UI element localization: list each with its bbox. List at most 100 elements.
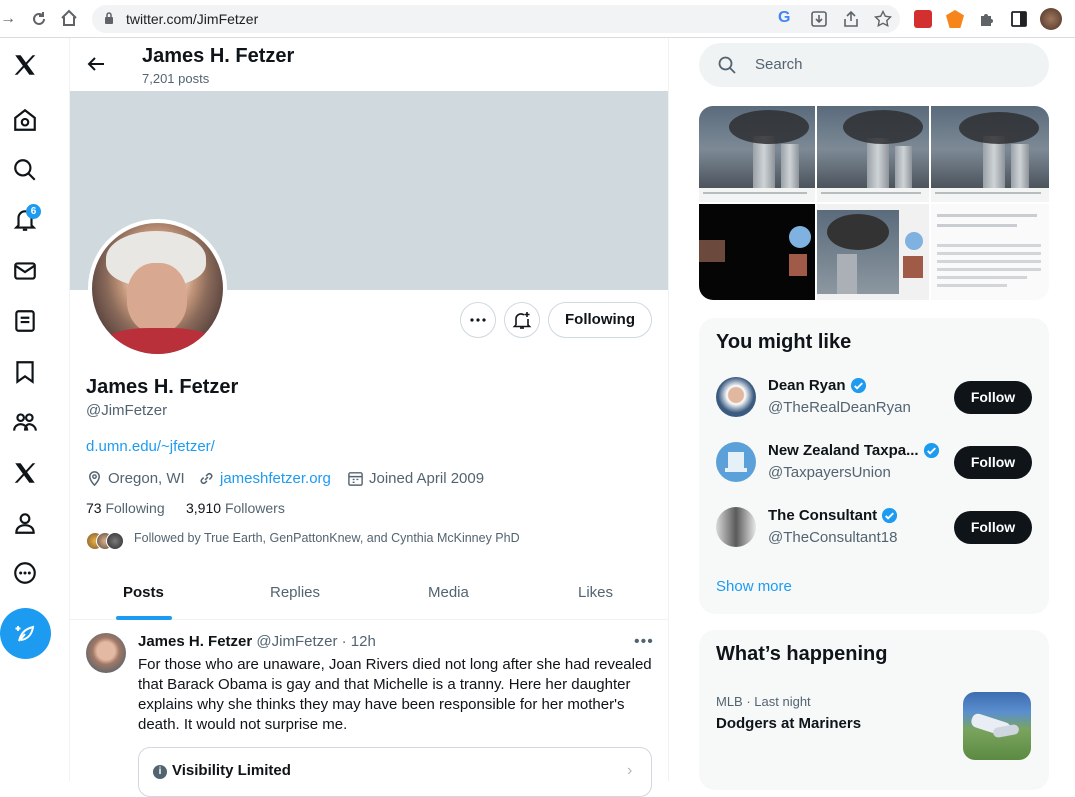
url-text: twitter.com/JimFetzer [126, 11, 259, 27]
explore-search-icon[interactable] [11, 156, 39, 184]
website-link[interactable]: jameshfetzer.org [220, 470, 331, 487]
profile-header-bar: James H. Fetzer 7,201 posts [70, 38, 668, 91]
verified-badge-icon [882, 507, 898, 524]
profile-column: James H. Fetzer 7,201 posts Following Ja… [70, 38, 669, 797]
whats-happening-panel: What’s happening MLB · Last night Dodger… [699, 630, 1049, 790]
media-thumbnail[interactable] [817, 204, 929, 300]
lists-icon[interactable] [11, 307, 39, 335]
trend-headline[interactable]: Dodgers at Mariners [716, 715, 861, 732]
media-thumbnail[interactable] [817, 106, 929, 202]
forward-icon[interactable]: → [0, 10, 16, 28]
following-count-link[interactable]: 73 Following [86, 500, 165, 516]
communities-icon[interactable] [11, 408, 39, 436]
trend-image[interactable] [963, 692, 1031, 760]
tweet-handle-time: @JimFetzer · 12h [256, 633, 376, 650]
tweet-text: For those who are unaware, Joan Rivers d… [138, 656, 652, 733]
media-thumbnail[interactable] [931, 106, 1049, 202]
extension-red-icon[interactable] [914, 10, 932, 28]
following-count: 73 [86, 500, 102, 516]
verified-badge-icon [850, 377, 866, 394]
metamask-icon[interactable] [946, 10, 964, 28]
follower-avatar [106, 532, 124, 550]
location-text: Oregon, WI [108, 470, 185, 487]
x-logo-icon[interactable] [11, 51, 39, 79]
search-placeholder: Search [755, 56, 803, 73]
tab-replies[interactable]: Replies [270, 584, 320, 601]
suggestion-handle: @TaxpayersUnion [768, 464, 891, 481]
tweet[interactable]: James H. Fetzer @JimFetzer · 12h ••• For… [70, 621, 668, 797]
location-pin-icon [89, 471, 100, 487]
sidepanel-icon[interactable] [1010, 10, 1028, 28]
more-dots-icon [470, 318, 486, 322]
suggestion-avatar[interactable] [716, 377, 756, 417]
profile-tabs: Posts Replies Media Likes [70, 566, 668, 620]
bell-plus-icon [512, 312, 532, 329]
extensions-puzzle-icon[interactable] [978, 10, 996, 28]
bookmarks-icon[interactable] [11, 358, 39, 386]
suggestion-item[interactable]: New Zealand Taxpa... @TaxpayersUnion Fol… [699, 433, 1049, 498]
suggestion-item[interactable]: Dean Ryan @TheRealDeanRyan Follow [699, 368, 1049, 433]
suggestion-item[interactable]: The Consultant @TheConsultant18 Follow [699, 498, 1049, 563]
notification-badge: 6 [26, 204, 41, 219]
search-input[interactable]: Search [699, 43, 1049, 87]
bio-link[interactable]: d.umn.edu/~jfetzer/ [86, 438, 215, 455]
suggestion-name: The Consultant [768, 507, 898, 524]
location: Oregon, WI [86, 470, 185, 487]
calendar-icon [348, 472, 363, 486]
right-sidebar: Search You might like Dean Ryan @TheReal… [669, 38, 1075, 790]
followers-count: 3,910 [186, 500, 222, 516]
tweet-header: James H. Fetzer @JimFetzer · 12h [138, 633, 376, 650]
follow-button[interactable]: Follow [954, 446, 1032, 479]
suggestion-handle: @TheRealDeanRyan [768, 399, 911, 416]
header-posts-count: 7,201 posts [142, 71, 210, 86]
more-options-button[interactable] [460, 302, 496, 338]
premium-x-icon[interactable] [11, 459, 39, 487]
home-icon[interactable] [60, 9, 78, 27]
profile-name: James H. Fetzer [86, 376, 239, 398]
bookmark-star-icon[interactable] [874, 10, 892, 28]
profile-icon[interactable] [11, 509, 39, 537]
profile-handle: @JimFetzer [86, 402, 168, 419]
messages-mail-icon[interactable] [11, 257, 39, 285]
google-icon[interactable]: G [778, 9, 796, 27]
tab-media[interactable]: Media [428, 584, 469, 601]
visibility-limited-card[interactable]: i Visibility Limited › [138, 747, 652, 797]
tweet-author-avatar[interactable] [86, 633, 126, 673]
followers-count-link[interactable]: 3,910 Followers [186, 500, 285, 516]
tweet-author-name[interactable]: James H. Fetzer [138, 633, 252, 650]
media-thumbnail[interactable] [931, 204, 1049, 300]
verified-badge-icon [923, 442, 939, 459]
suggestion-avatar[interactable] [716, 442, 756, 482]
follow-button[interactable]: Follow [954, 381, 1032, 414]
tab-posts[interactable]: Posts [123, 584, 164, 601]
profile-avatar[interactable] [88, 219, 227, 358]
join-date-text: Joined April 2009 [369, 470, 485, 487]
tweet-more-icon[interactable]: ••• [634, 633, 654, 651]
browser-profile-avatar[interactable] [1040, 8, 1062, 30]
suggestion-avatar[interactable] [716, 507, 756, 547]
website[interactable]: jameshfetzer.org [198, 470, 331, 487]
followed-by-text[interactable]: Followed by True Earth, GenPattonKnew, a… [134, 531, 520, 545]
suggestion-handle: @TheConsultant18 [768, 529, 898, 546]
media-grid [699, 106, 1049, 300]
following-button[interactable]: Following [548, 302, 652, 338]
trend-meta: MLB · Last night [716, 694, 811, 709]
reload-icon[interactable] [30, 10, 48, 28]
follow-button[interactable]: Follow [954, 511, 1032, 544]
tab-likes[interactable]: Likes [578, 584, 613, 601]
join-date: Joined April 2009 [347, 470, 484, 487]
show-more-link[interactable]: Show more [716, 578, 792, 595]
media-thumbnail[interactable] [699, 204, 815, 300]
suggestion-name: New Zealand Taxpa... [768, 442, 940, 459]
media-thumbnail[interactable] [699, 106, 815, 202]
share-icon[interactable] [842, 10, 860, 28]
feather-plus-icon [15, 625, 34, 642]
compose-post-button[interactable] [0, 608, 51, 659]
home-nav-icon[interactable] [11, 106, 39, 134]
whats-happening-title: What’s happening [716, 643, 888, 665]
visibility-label: Visibility Limited [172, 762, 291, 779]
notify-button[interactable] [504, 302, 540, 338]
more-circle-icon[interactable] [11, 559, 39, 587]
install-icon[interactable] [810, 10, 828, 28]
back-arrow-icon[interactable] [86, 54, 106, 74]
